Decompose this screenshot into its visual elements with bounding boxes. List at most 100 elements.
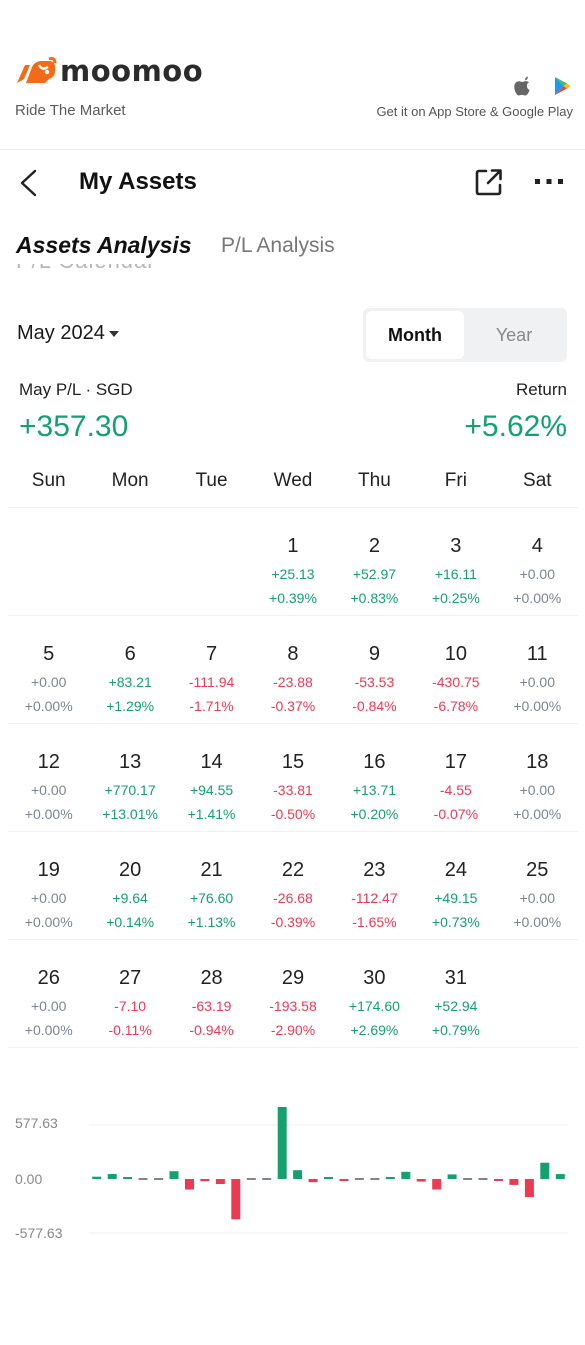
calendar-day-cell[interactable]: 10 -430.75 -6.78% — [415, 616, 496, 723]
pl-bar-day-25[interactable] — [463, 1178, 473, 1180]
calendar-day-cell[interactable]: 17 -4.55 -0.07% — [415, 724, 496, 831]
year-toggle-button[interactable]: Year — [464, 311, 564, 359]
weekday-label: Fri — [444, 470, 467, 491]
day-return-pct: -0.11% — [108, 1022, 152, 1038]
calendar-day-cell[interactable]: 9 -53.53 -0.84% — [334, 616, 415, 723]
calendar-day-cell[interactable]: 22 -26.68 -0.39% — [252, 832, 333, 939]
day-pl-value: +76.60 — [189, 890, 234, 906]
pl-bar-day-9[interactable] — [215, 1179, 225, 1184]
day-number: 29 — [281, 967, 305, 989]
pl-bar-day-16[interactable] — [324, 1177, 333, 1179]
pl-bar-day-6[interactable] — [169, 1171, 179, 1179]
day-number: 1 — [287, 535, 299, 557]
pl-bar-day-19[interactable] — [370, 1178, 380, 1180]
daily-pl-bar-chart: 577.63 0.00 -577.63 — [0, 1095, 585, 1265]
pl-bar-day-8[interactable] — [200, 1179, 210, 1182]
pl-bar-day-1[interactable] — [92, 1176, 102, 1179]
pl-bar-day-2[interactable] — [107, 1174, 117, 1179]
pl-bar-day-13[interactable] — [277, 1107, 287, 1179]
pl-bar-day-28[interactable] — [509, 1179, 519, 1185]
pl-bar-day-26[interactable] — [478, 1178, 488, 1180]
calendar-day-cell[interactable]: 12 +0.00 +0.00% — [8, 724, 89, 831]
calendar-day-cell[interactable]: 6 +83.21 +1.29% — [89, 616, 170, 723]
store-icons — [513, 76, 571, 96]
calendar-day-cell[interactable]: 26 +0.00 +0.00% — [8, 940, 89, 1047]
day-number: 6 — [124, 643, 136, 665]
calendar-day-cell[interactable]: 14 +94.55 +1.41% — [171, 724, 252, 831]
calendar-day-cell[interactable]: 7 -111.94 -1.71% — [171, 616, 252, 723]
calendar-day-cell[interactable]: 21 +76.60 +1.13% — [171, 832, 252, 939]
pl-bar-day-5[interactable] — [154, 1178, 164, 1180]
tab-assets-analysis[interactable]: Assets Analysis — [16, 232, 192, 259]
pl-bar-day-21[interactable] — [401, 1171, 411, 1179]
day-number: 14 — [200, 751, 223, 773]
calendar-day-cell[interactable]: 1 +25.13 +0.39% — [252, 508, 333, 615]
pl-bar-day-3[interactable] — [123, 1177, 133, 1179]
day-number: 12 — [37, 751, 60, 773]
calendar-day-cell[interactable]: 28 -63.19 -0.94% — [171, 940, 252, 1047]
calendar-day-cell[interactable]: 19 +0.00 +0.00% — [8, 832, 89, 939]
apple-icon[interactable] — [513, 76, 531, 96]
calendar-day-cell[interactable]: 15 -33.81 -0.50% — [252, 724, 333, 831]
day-return-pct: +0.79% — [431, 1022, 480, 1038]
calendar-day-cell[interactable]: 18 +0.00 +0.00% — [497, 724, 578, 831]
calendar-day-cell[interactable]: 5 +0.00 +0.00% — [8, 616, 89, 723]
tab-pl-analysis[interactable]: P/L Analysis — [221, 234, 335, 258]
pl-bar-day-4[interactable] — [138, 1178, 148, 1180]
calendar-day-cell[interactable]: 13 +770.17 +13.01% — [89, 724, 170, 831]
calendar-day-cell[interactable]: 24 +49.15 +0.73% — [415, 832, 496, 939]
pl-bar-day-12[interactable] — [262, 1178, 272, 1180]
calendar-day-cell[interactable]: 25 +0.00 +0.00% — [497, 832, 578, 939]
calendar-day-cell[interactable]: 20 +9.64 +0.14% — [89, 832, 170, 939]
pl-bar-day-18[interactable] — [354, 1178, 364, 1180]
day-pl-value: +52.94 — [434, 998, 478, 1014]
day-number: 30 — [363, 967, 386, 989]
calendar-day-cell[interactable]: 11 +0.00 +0.00% — [497, 616, 578, 723]
day-pl-value: +0.00 — [30, 782, 67, 798]
pl-bar-day-27[interactable] — [494, 1179, 503, 1181]
pl-bar-day-29[interactable] — [524, 1179, 534, 1198]
more-icon[interactable] — [532, 170, 566, 194]
day-number: 5 — [43, 643, 55, 665]
month-dropdown[interactable]: May 2024 — [17, 322, 119, 345]
day-number: 24 — [444, 859, 467, 881]
calendar-day-cell[interactable]: 4 +0.00 +0.00% — [497, 508, 578, 615]
calendar-day-cell[interactable]: 29 -193.58 -2.90% — [252, 940, 333, 1047]
day-return-pct: -0.37% — [270, 698, 316, 714]
google-play-icon[interactable] — [553, 76, 571, 96]
month-toggle-button[interactable]: Month — [366, 311, 464, 359]
day-return-pct: +0.00% — [513, 914, 562, 930]
calendar-day-cell[interactable]: 16 +13.71 +0.20% — [334, 724, 415, 831]
day-return-pct: -6.78% — [433, 698, 479, 714]
calendar-day-cell[interactable]: 3 +16.11 +0.25% — [415, 508, 496, 615]
pl-bar-day-31[interactable] — [555, 1174, 565, 1179]
moomoo-logo[interactable]: moomoo — [15, 54, 203, 88]
pl-bar-day-17[interactable] — [339, 1179, 349, 1181]
weekday-label: Sat — [523, 470, 552, 491]
calendar-day-cell[interactable]: 2 +52.97 +0.83% — [334, 508, 415, 615]
pl-bar-day-30[interactable] — [540, 1162, 550, 1179]
day-number: 8 — [287, 643, 299, 665]
pl-bar-day-22[interactable] — [416, 1179, 426, 1182]
pl-bar-day-11[interactable] — [246, 1178, 256, 1180]
pl-bar-day-24[interactable] — [447, 1174, 457, 1179]
share-icon[interactable] — [473, 166, 505, 198]
empty-day-cell — [89, 508, 170, 615]
calendar-day-cell[interactable]: 30 +174.60 +2.69% — [334, 940, 415, 1047]
day-number: 19 — [37, 859, 60, 881]
bull-logo-icon — [17, 57, 57, 83]
day-number: 13 — [119, 751, 142, 773]
day-pl-value: +9.64 — [112, 890, 148, 906]
pl-bar-day-7[interactable] — [185, 1179, 194, 1190]
store-download-text[interactable]: Get it on App Store & Google Play — [376, 104, 573, 119]
pl-bar-day-14[interactable] — [293, 1170, 303, 1179]
pl-bar-day-15[interactable] — [308, 1179, 318, 1183]
back-icon[interactable] — [16, 168, 42, 198]
pl-bar-day-23[interactable] — [432, 1179, 442, 1190]
calendar-day-cell[interactable]: 8 -23.88 -0.37% — [252, 616, 333, 723]
calendar-day-cell[interactable]: 31 +52.94 +0.79% — [415, 940, 496, 1047]
pl-bar-day-10[interactable] — [231, 1179, 241, 1220]
pl-bar-day-20[interactable] — [385, 1177, 395, 1179]
calendar-day-cell[interactable]: 27 -7.10 -0.11% — [89, 940, 170, 1047]
calendar-day-cell[interactable]: 23 -112.47 -1.65% — [334, 832, 415, 939]
